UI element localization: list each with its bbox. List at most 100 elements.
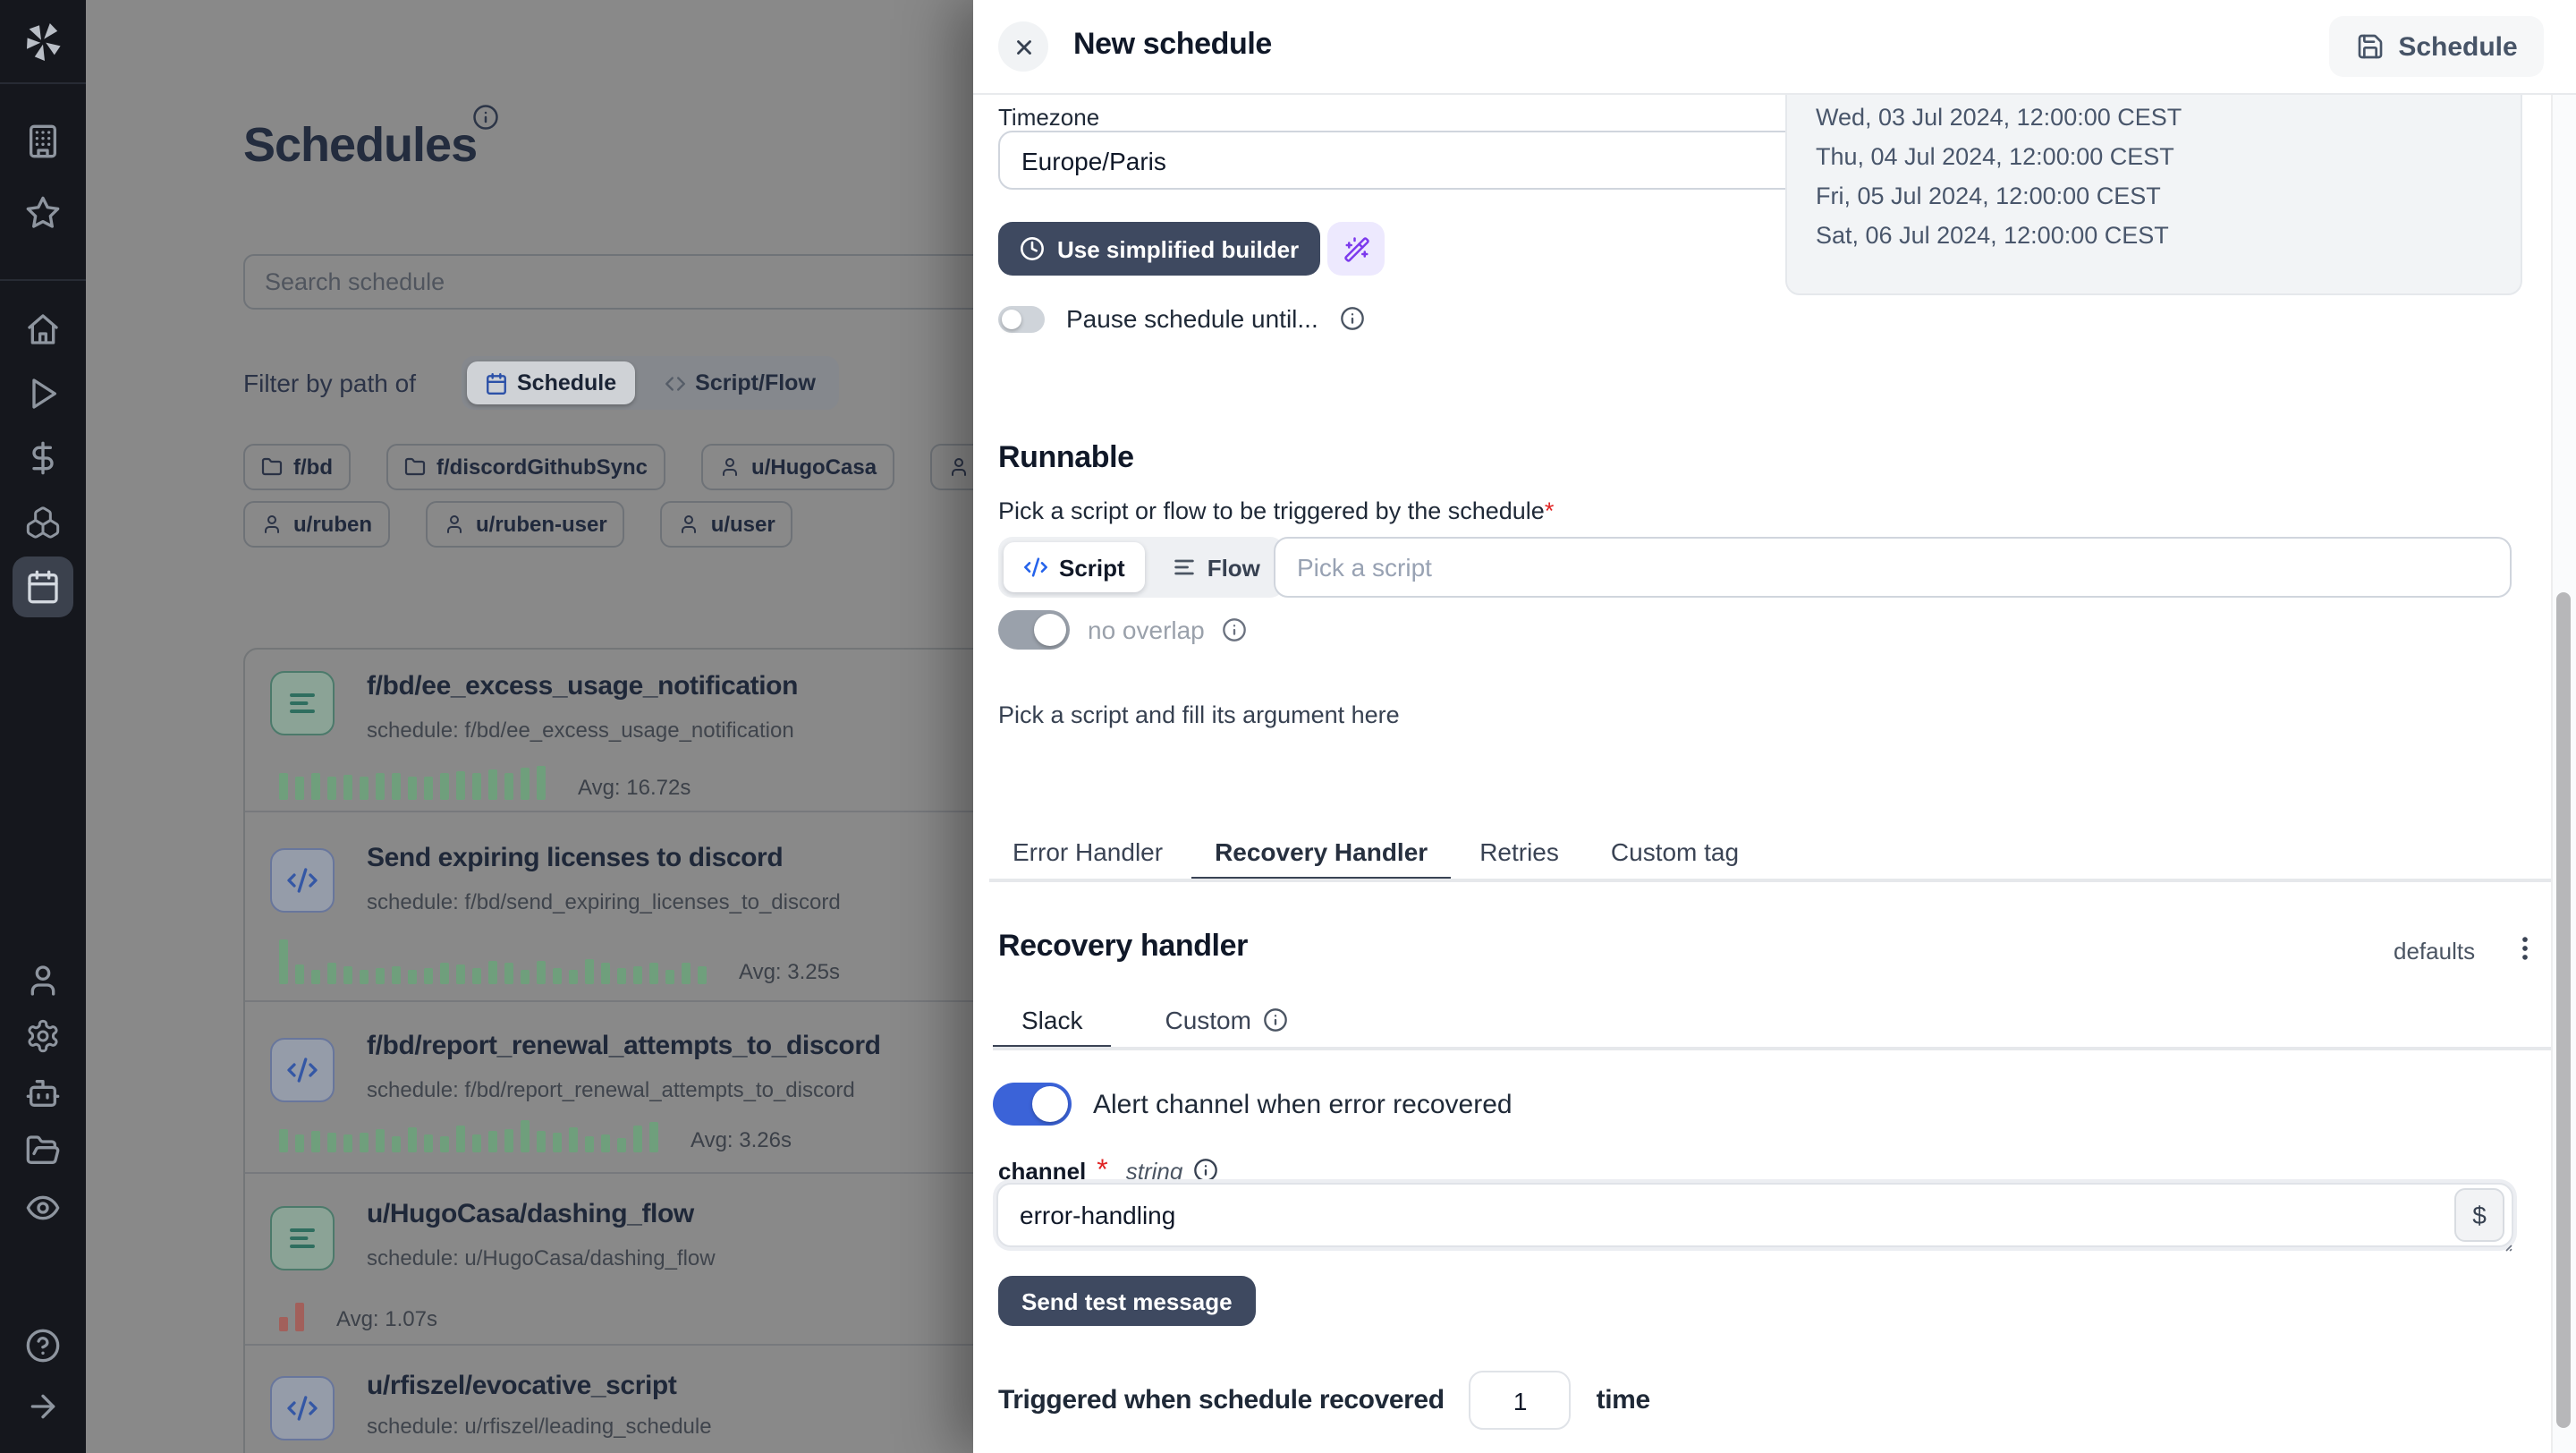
run-bar[interactable] — [698, 966, 707, 984]
run-bar[interactable] — [633, 1126, 642, 1152]
run-bar[interactable] — [408, 777, 417, 800]
tab-retries[interactable]: Retries — [1456, 827, 1582, 882]
run-bar[interactable] — [295, 964, 304, 984]
run-bar[interactable] — [376, 1129, 385, 1152]
run-bar[interactable] — [279, 939, 288, 984]
sidebar-item-dollar[interactable] — [25, 440, 61, 476]
run-bar[interactable] — [537, 1131, 546, 1152]
path-chip-u/ruben-user[interactable]: u/ruben-user — [426, 501, 625, 548]
run-bar[interactable] — [424, 777, 433, 800]
filter-toggle-schedule[interactable]: Schedule — [467, 361, 634, 404]
run-bar[interactable] — [456, 771, 465, 800]
sidebar-item-home[interactable] — [25, 311, 61, 347]
run-bar[interactable] — [376, 968, 385, 984]
kebab-menu-icon[interactable] — [2508, 927, 2540, 970]
path-chip-f/discordGithubSync[interactable]: f/discordGithubSync — [386, 444, 665, 490]
run-bar[interactable] — [360, 777, 369, 800]
sidebar-item-bot[interactable] — [25, 1075, 61, 1111]
sidebar-item-boxes[interactable] — [25, 505, 61, 540]
runnable-kind-flow[interactable]: Flow — [1152, 542, 1280, 592]
run-bar[interactable] — [472, 773, 481, 800]
run-bar[interactable] — [649, 963, 658, 984]
pause-schedule-toggle[interactable] — [998, 305, 1045, 332]
run-bar[interactable] — [360, 970, 369, 984]
run-bar[interactable] — [537, 766, 546, 800]
run-bar[interactable] — [472, 1134, 481, 1152]
sidebar-item-arrow-right[interactable] — [25, 1389, 61, 1424]
run-bar[interactable] — [585, 959, 594, 984]
simplified-builder-button[interactable]: Use simplified builder — [998, 222, 1320, 276]
run-bar[interactable] — [376, 773, 385, 800]
run-bar[interactable] — [295, 1303, 304, 1331]
ai-wand-button[interactable] — [1327, 222, 1385, 276]
run-bar[interactable] — [504, 773, 513, 800]
sidebar-item-eye[interactable] — [25, 1190, 61, 1226]
tab-recovery-handler[interactable]: Recovery Handler — [1191, 827, 1451, 882]
run-bar[interactable] — [424, 968, 433, 984]
sidebar-item-building[interactable] — [25, 123, 61, 159]
run-bar[interactable] — [392, 773, 401, 800]
run-bar[interactable] — [440, 773, 449, 800]
run-bar[interactable] — [617, 968, 626, 984]
run-bar[interactable] — [392, 966, 401, 984]
run-bar[interactable] — [633, 966, 642, 984]
variable-picker-button[interactable]: $ — [2454, 1188, 2504, 1242]
run-bar[interactable] — [311, 970, 320, 984]
run-bar[interactable] — [343, 966, 352, 984]
info-icon[interactable] — [1264, 1007, 1289, 1032]
run-bar[interactable] — [569, 1127, 578, 1152]
run-bar[interactable] — [537, 961, 546, 984]
run-bar[interactable] — [424, 1134, 433, 1152]
run-bar[interactable] — [521, 970, 530, 984]
subtab-custom[interactable]: Custom — [1136, 995, 1317, 1050]
run-bar[interactable] — [488, 961, 497, 984]
run-bar[interactable] — [504, 1129, 513, 1152]
run-bar[interactable] — [504, 963, 513, 984]
recovered-times-input[interactable] — [1470, 1371, 1572, 1430]
subtab-slack[interactable]: Slack — [993, 995, 1111, 1050]
run-bar[interactable] — [649, 1122, 658, 1152]
run-bar[interactable] — [295, 1134, 304, 1152]
path-chip-u/ruben[interactable]: u/ruben — [243, 501, 390, 548]
run-bar[interactable] — [553, 1133, 562, 1152]
run-bar[interactable] — [665, 970, 674, 984]
path-chip-u/HugoCasa[interactable]: u/HugoCasa — [701, 444, 894, 490]
close-button[interactable] — [998, 21, 1048, 72]
run-bar[interactable] — [617, 1138, 626, 1152]
run-bar[interactable] — [472, 968, 481, 984]
run-bar[interactable] — [440, 1136, 449, 1152]
run-bar[interactable] — [440, 963, 449, 984]
sidebar-item-help[interactable] — [25, 1328, 61, 1364]
filter-toggle-script-flow[interactable]: Script/Flow — [645, 361, 834, 404]
run-bar[interactable] — [343, 775, 352, 800]
run-bar[interactable] — [553, 968, 562, 984]
sidebar-item-folder[interactable] — [25, 1133, 61, 1168]
defaults-label[interactable]: defaults — [2394, 938, 2475, 964]
run-bar[interactable] — [488, 1131, 497, 1152]
run-bar[interactable] — [327, 1133, 336, 1152]
drawer-scrollbar-thumb[interactable] — [2556, 592, 2571, 1428]
run-bar[interactable] — [279, 1317, 288, 1331]
schedule-save-button[interactable]: Schedule — [2329, 16, 2544, 77]
sidebar-item-star[interactable] — [25, 195, 61, 231]
windmill-logo-icon[interactable] — [21, 20, 64, 63]
run-bar[interactable] — [327, 963, 336, 984]
sidebar-item-calendar[interactable] — [13, 557, 73, 617]
run-bar[interactable] — [682, 963, 691, 984]
pick-script-input[interactable] — [1274, 537, 2512, 598]
run-bar[interactable] — [343, 1134, 352, 1152]
channel-input[interactable] — [998, 1201, 2454, 1229]
run-bar[interactable] — [456, 964, 465, 984]
run-bar[interactable] — [521, 1120, 530, 1152]
sidebar-item-play[interactable] — [25, 376, 61, 412]
run-bar[interactable] — [295, 777, 304, 800]
sidebar-item-user[interactable] — [25, 963, 61, 998]
alert-channel-toggle[interactable] — [993, 1083, 1072, 1126]
run-bar[interactable] — [279, 1129, 288, 1152]
run-bar[interactable] — [488, 769, 497, 800]
resize-handle-icon[interactable] — [2496, 1235, 2513, 1253]
no-overlap-toggle[interactable] — [998, 610, 1070, 650]
run-bar[interactable] — [311, 1131, 320, 1152]
run-bar[interactable] — [408, 970, 417, 984]
send-test-message-button[interactable]: Send test message — [998, 1276, 1256, 1326]
